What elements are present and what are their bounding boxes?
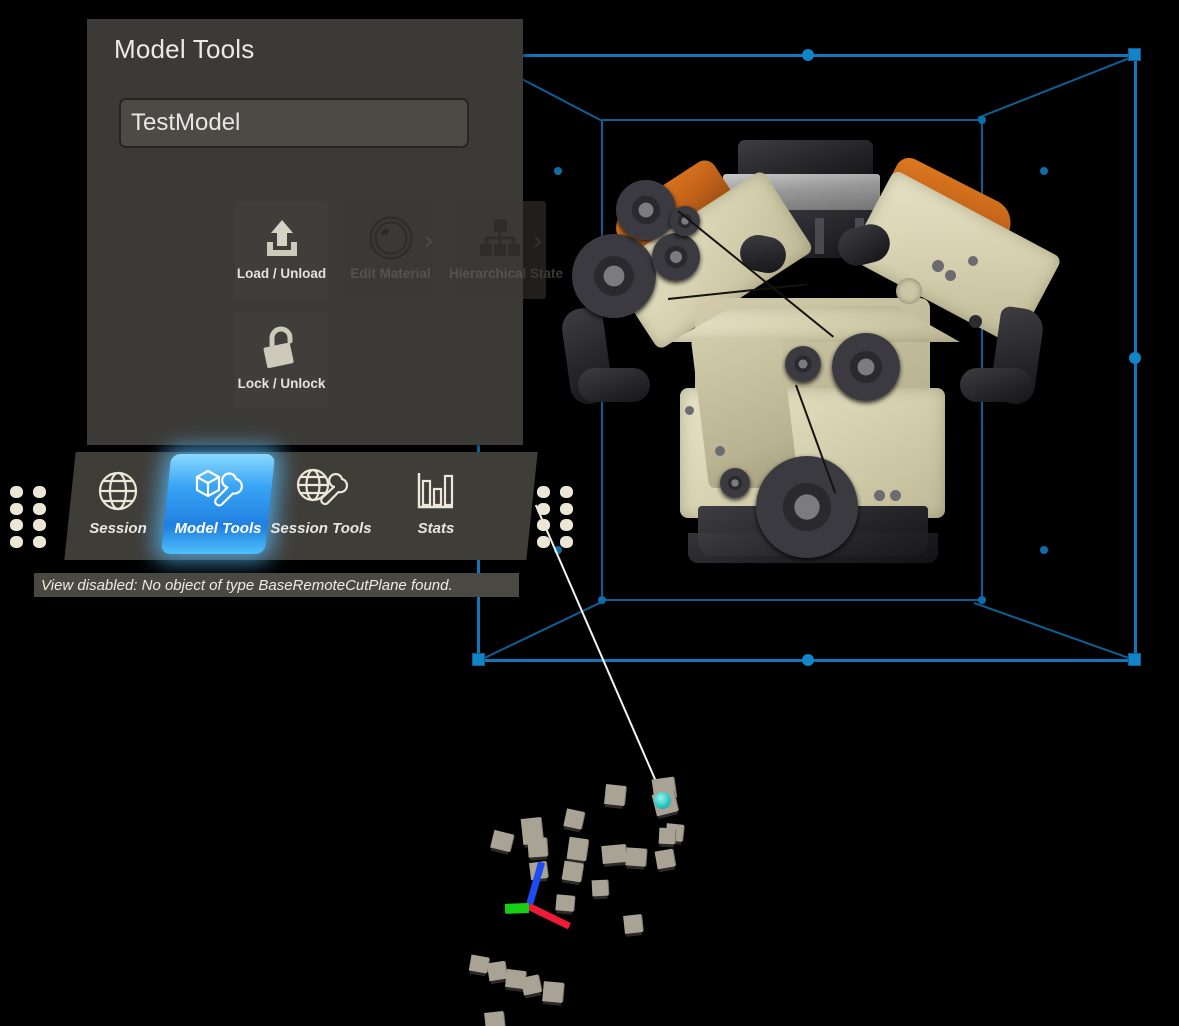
model-name-input[interactable]: TestModel (119, 98, 469, 148)
bar-chart-icon (383, 466, 489, 516)
bbox-corner-handle[interactable] (1128, 48, 1141, 61)
padlock-open-icon (235, 320, 328, 376)
upload-icon (235, 210, 328, 266)
load-unload-label: Load / Unload (236, 266, 327, 281)
globe-wrench-icon (268, 466, 374, 516)
panel-title: Model Tools (114, 34, 255, 64)
tab-session-tools[interactable]: Session Tools (268, 458, 374, 554)
edit-material-button[interactable]: › Edit Material (344, 201, 437, 299)
gizmo-axis-z (525, 861, 546, 908)
tab-session-label: Session (89, 520, 147, 537)
gizmo-axis-y (504, 903, 530, 914)
hierarchical-state-label: Hierarchical State (449, 266, 564, 281)
drag-handle-right[interactable] (537, 486, 575, 548)
tab-model-tools-label: Model Tools (174, 520, 262, 537)
cube-wrench-icon (165, 466, 271, 516)
bottom-toolbar: Session Model Tools Session Tools Stats (0, 452, 573, 564)
app-root: Model Tools TestModel Load / Unload › Ed… (0, 0, 1179, 1026)
chevron-right-icon: › (533, 225, 542, 255)
tab-stats-label: Stats (417, 520, 455, 537)
tab-session-tools-label: Session Tools (270, 520, 372, 537)
bbox-edge-handle[interactable] (802, 654, 814, 666)
load-unload-button[interactable]: Load / Unload (235, 201, 328, 299)
lock-unlock-button[interactable]: Lock / Unlock (235, 311, 328, 409)
drag-handle-left[interactable] (10, 486, 48, 548)
bbox-corner-handle[interactable] (472, 653, 485, 666)
tab-session[interactable]: Session (65, 458, 171, 554)
bbox-depth-handle[interactable] (978, 116, 986, 124)
hand-tracking-visualization (450, 770, 740, 1026)
globe-icon (65, 466, 171, 516)
pointer-cursor (654, 792, 671, 809)
chevron-right-icon: › (424, 225, 433, 255)
bbox-edge-handle[interactable] (802, 49, 814, 61)
model-tools-panel: Model Tools TestModel Load / Unload › Ed… (87, 19, 563, 445)
tab-stats[interactable]: Stats (383, 458, 489, 554)
status-message: View disabled: No object of type BaseRem… (34, 573, 519, 597)
engine-model[interactable] (559, 138, 1063, 616)
edit-material-label: Edit Material (350, 266, 431, 281)
hierarchical-state-button[interactable]: › Hierarchical State (449, 201, 563, 299)
tab-model-tools[interactable]: Model Tools (165, 458, 271, 554)
bbox-corner-handle[interactable] (1128, 653, 1141, 666)
bbox-edge-handle[interactable] (1129, 352, 1141, 364)
lock-unlock-label: Lock / Unlock (237, 376, 326, 391)
